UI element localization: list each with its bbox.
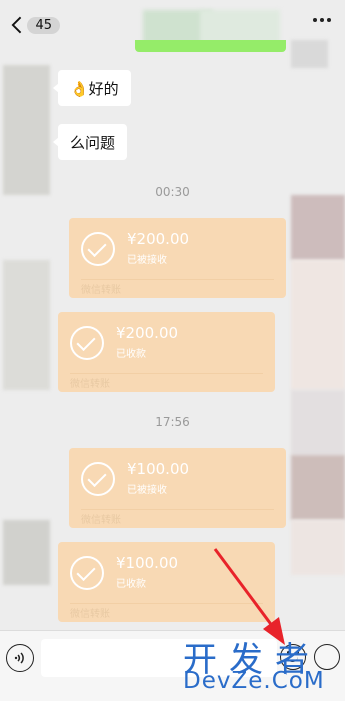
right-strip [291, 260, 345, 390]
more-menu-button[interactable] [313, 18, 331, 22]
message-text: 👌好的 [70, 79, 119, 98]
timestamp: 17:56 [155, 415, 190, 429]
watermark: 开发者 DevZe.CoM [175, 630, 345, 701]
divider [81, 509, 274, 510]
transfer-card[interactable]: ¥200.00 已收款 微信转账 [58, 312, 275, 392]
transfer-status: 已收款 [116, 579, 146, 590]
my-avatar[interactable] [291, 195, 345, 260]
transfer-footer: 微信转账 [70, 609, 110, 620]
dot-icon [313, 18, 317, 22]
chevron-left-icon [11, 16, 22, 34]
check-circle-icon [81, 462, 115, 496]
unread-count-badge: 45 [27, 16, 60, 34]
transfer-status: 已收款 [116, 349, 146, 360]
transfer-amount: ¥200.00 [116, 324, 179, 342]
back-button[interactable]: 45 [10, 12, 60, 38]
check-circle-icon [70, 326, 104, 360]
transfer-card[interactable]: ¥200.00 已被接收 微信转账 [69, 218, 286, 298]
transfer-amount: ¥200.00 [127, 230, 190, 248]
timestamp: 00:30 [155, 185, 190, 199]
voice-input-button[interactable] [6, 644, 34, 672]
transfer-amount: ¥100.00 [127, 460, 190, 478]
divider [70, 373, 263, 374]
my-avatar[interactable] [291, 40, 328, 68]
transfer-footer: 微信转账 [81, 515, 121, 526]
contact-avatar[interactable] [3, 260, 50, 390]
message-bubble[interactable]: 👌好的 [53, 70, 131, 106]
message-bubble[interactable]: 么问题 [52, 124, 128, 160]
transfer-amount: ¥100.00 [116, 554, 179, 572]
divider [81, 279, 274, 280]
message-text: 么问题 [70, 133, 116, 152]
transfer-card[interactable]: ¥100.00 已被接收 微信转账 [69, 448, 286, 528]
voice-icon [14, 652, 24, 664]
transfer-footer: 微信转账 [70, 379, 110, 390]
sent-message-bubble-partial [135, 40, 286, 52]
right-strip [291, 520, 345, 575]
check-circle-icon [70, 556, 104, 590]
dot-icon [320, 18, 324, 22]
watermark-line2: DevZe.CoM [183, 668, 325, 694]
contact-avatar[interactable] [3, 520, 50, 585]
my-avatar[interactable] [291, 455, 345, 520]
dot-icon [327, 18, 331, 22]
check-circle-icon [81, 232, 115, 266]
contact-avatar[interactable] [3, 65, 50, 195]
transfer-footer: 微信转账 [81, 285, 121, 296]
transfer-status: 已被接收 [127, 255, 167, 266]
transfer-status: 已被接收 [127, 485, 167, 496]
